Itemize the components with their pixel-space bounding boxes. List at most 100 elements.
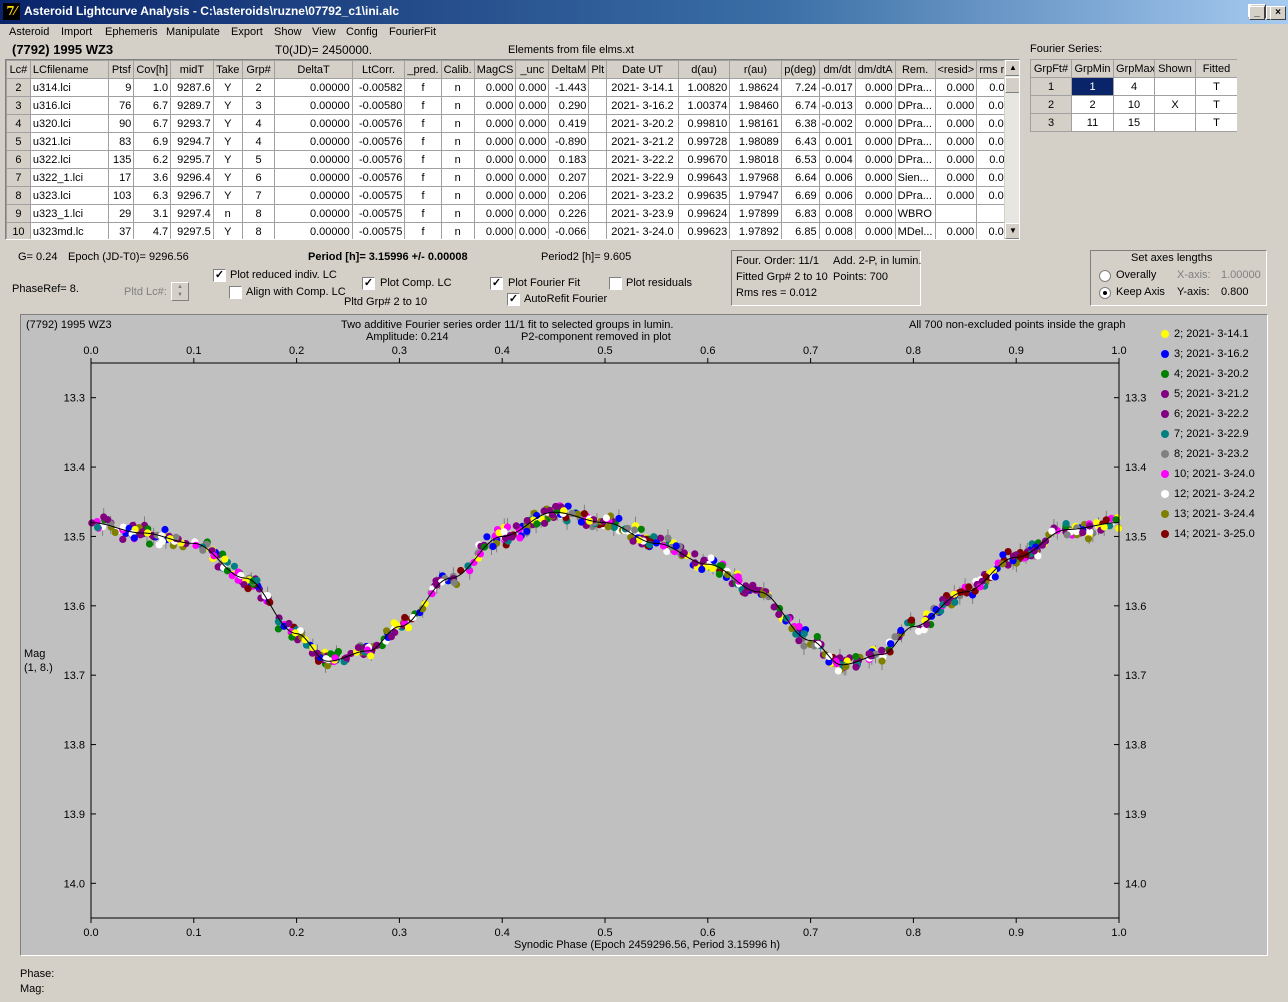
- table-cell[interactable]: f: [404, 222, 442, 239]
- column-header[interactable]: d(au): [677, 60, 731, 79]
- table-cell[interactable]: 90: [108, 114, 135, 133]
- table-cell[interactable]: Y: [212, 168, 243, 187]
- table-cell[interactable]: -1.443: [548, 78, 590, 97]
- table-cell[interactable]: 3.6: [133, 168, 172, 187]
- table-cell[interactable]: 0.000: [473, 96, 517, 115]
- table-cell[interactable]: 0.206: [548, 186, 590, 205]
- table-cell[interactable]: u314.lci: [29, 78, 110, 97]
- scroll-thumb[interactable]: [1005, 77, 1019, 93]
- table-cell[interactable]: 0.000: [473, 204, 517, 223]
- table-cell[interactable]: [588, 132, 608, 151]
- table-cell[interactable]: 8: [241, 222, 276, 239]
- table-cell[interactable]: 8: [241, 204, 276, 223]
- table-cell[interactable]: 0.000: [515, 78, 550, 97]
- fourier-cell[interactable]: T: [1195, 113, 1237, 132]
- table-cell[interactable]: -0.00575: [351, 222, 406, 239]
- table-cell[interactable]: 0.006: [818, 186, 856, 205]
- table-cell[interactable]: 6: [241, 168, 276, 187]
- fourier-cell[interactable]: 15: [1113, 113, 1155, 132]
- table-cell[interactable]: 2: [241, 78, 276, 97]
- table-cell[interactable]: 0.290: [548, 96, 590, 115]
- menu-asteroid[interactable]: Asteroid: [9, 26, 49, 38]
- table-cell[interactable]: [588, 78, 608, 97]
- table-cell[interactable]: 0.99670: [677, 150, 731, 169]
- table-cell[interactable]: 3.1: [133, 204, 172, 223]
- table-cell[interactable]: 37: [108, 222, 135, 239]
- table-cell[interactable]: f: [404, 114, 442, 133]
- table-cell[interactable]: u321.lci: [29, 132, 110, 151]
- pltd-lc-spinner[interactable]: ▲ ▼: [171, 282, 189, 301]
- overally-radio[interactable]: [1099, 270, 1111, 282]
- fourier-cell[interactable]: 10: [1113, 95, 1155, 114]
- table-cell[interactable]: 1.98089: [729, 132, 782, 151]
- table-cell[interactable]: 76: [108, 96, 135, 115]
- fourier-cell[interactable]: 1: [1071, 77, 1114, 96]
- table-cell[interactable]: Y: [212, 78, 243, 97]
- table-cell[interactable]: f: [404, 204, 442, 223]
- table-cell[interactable]: 0.000: [515, 204, 550, 223]
- fourier-row-number[interactable]: 3: [1030, 113, 1072, 132]
- table-cell[interactable]: 9293.7: [170, 114, 214, 133]
- table-cell[interactable]: 6.7: [133, 114, 172, 133]
- table-cell[interactable]: u322_1.lci: [29, 168, 110, 187]
- table-cell[interactable]: 0.000: [934, 132, 978, 151]
- column-header[interactable]: Grp#: [241, 60, 276, 79]
- close-button[interactable]: ×: [1270, 6, 1286, 20]
- table-row[interactable]: 8 u323.lci 103 6.3 9296.7 Y 7 0.00000 -0.00575 f n…: [6, 186, 1019, 205]
- table-cell[interactable]: 9289.7: [170, 96, 214, 115]
- column-header[interactable]: Plt: [588, 60, 608, 79]
- table-cell[interactable]: 9287.6: [170, 78, 214, 97]
- table-cell[interactable]: 135: [108, 150, 135, 169]
- table-cell[interactable]: 0.000: [515, 186, 550, 205]
- table-cell[interactable]: 1.97968: [729, 168, 782, 187]
- table-cell[interactable]: 17: [108, 168, 135, 187]
- table-cell[interactable]: -0.017: [818, 78, 856, 97]
- table-cell[interactable]: 0.000: [515, 168, 550, 187]
- table-cell[interactable]: u323md.lc: [29, 222, 110, 239]
- table-cell[interactable]: 0.006: [818, 168, 856, 187]
- table-cell[interactable]: 6.53: [780, 150, 820, 169]
- table-cell[interactable]: [588, 150, 608, 169]
- table-cell[interactable]: n: [440, 150, 475, 169]
- table-row[interactable]: 4 u320.lci 90 6.7 9293.7 Y 4 0.00000 -0.00576 f n 0…: [6, 114, 1019, 133]
- table-cell[interactable]: 0.00000: [274, 222, 353, 239]
- menu-ephemeris[interactable]: Ephemeris: [105, 26, 158, 38]
- column-header[interactable]: Take: [212, 60, 243, 79]
- table-cell[interactable]: u322.lci: [29, 150, 110, 169]
- table-cell[interactable]: 0.004: [818, 150, 856, 169]
- column-header[interactable]: Calib.: [440, 60, 475, 79]
- table-cell[interactable]: Y: [212, 114, 243, 133]
- table-cell[interactable]: 0.419: [548, 114, 590, 133]
- table-cell[interactable]: 2021- 3-23.9: [606, 204, 679, 223]
- table-cell[interactable]: 0.00000: [274, 78, 353, 97]
- table-cell[interactable]: 0.000: [934, 114, 978, 133]
- table-cell[interactable]: DPra...: [894, 96, 936, 115]
- fourier-row[interactable]: 2 2 10 X T: [1030, 95, 1237, 114]
- table-cell[interactable]: 0.00000: [274, 204, 353, 223]
- table-cell[interactable]: 0.000: [515, 96, 550, 115]
- table-cell[interactable]: 9297.5: [170, 222, 214, 239]
- column-header[interactable]: DeltaM: [548, 60, 590, 79]
- table-cell[interactable]: 2021- 3-22.2: [606, 150, 679, 169]
- column-header[interactable]: p(deg): [780, 60, 820, 79]
- column-header[interactable]: LtCorr.: [351, 60, 406, 79]
- table-row[interactable]: 10 u323md.lc 37 4.7 9297.5 Y 8 0.00000 -0.00575 f…: [6, 222, 1019, 239]
- table-cell[interactable]: Y: [212, 132, 243, 151]
- row-number[interactable]: 4: [6, 114, 31, 133]
- table-cell[interactable]: 6.2: [133, 150, 172, 169]
- table-cell[interactable]: 9296.4: [170, 168, 214, 187]
- fourier-cell[interactable]: [1154, 113, 1196, 132]
- table-cell[interactable]: 2021- 3-24.0: [606, 222, 679, 239]
- table-row[interactable]: 7 u322_1.lci 17 3.6 9296.4 Y 6 0.00000 -0.00576 f…: [6, 168, 1019, 187]
- row-number[interactable]: 2: [6, 78, 31, 97]
- lightcurve-plot[interactable]: 0.0 0.0 0.1 0.1 0.2 0.2 0.3 0.3 0.4 0.4 0.5 0.5 0.6 0…: [21, 315, 1267, 955]
- fourier-cell[interactable]: T: [1195, 77, 1237, 96]
- fourier-column-header[interactable]: GrpFt#: [1030, 59, 1072, 78]
- table-cell[interactable]: 0.000: [473, 114, 517, 133]
- align-comp-checkbox[interactable]: [229, 286, 242, 299]
- table-cell[interactable]: 0.226: [548, 204, 590, 223]
- table-cell[interactable]: 2021- 3-22.9: [606, 168, 679, 187]
- table-cell[interactable]: 2021- 3-21.2: [606, 132, 679, 151]
- table-cell[interactable]: 0.000: [934, 96, 978, 115]
- table-cell[interactable]: f: [404, 96, 442, 115]
